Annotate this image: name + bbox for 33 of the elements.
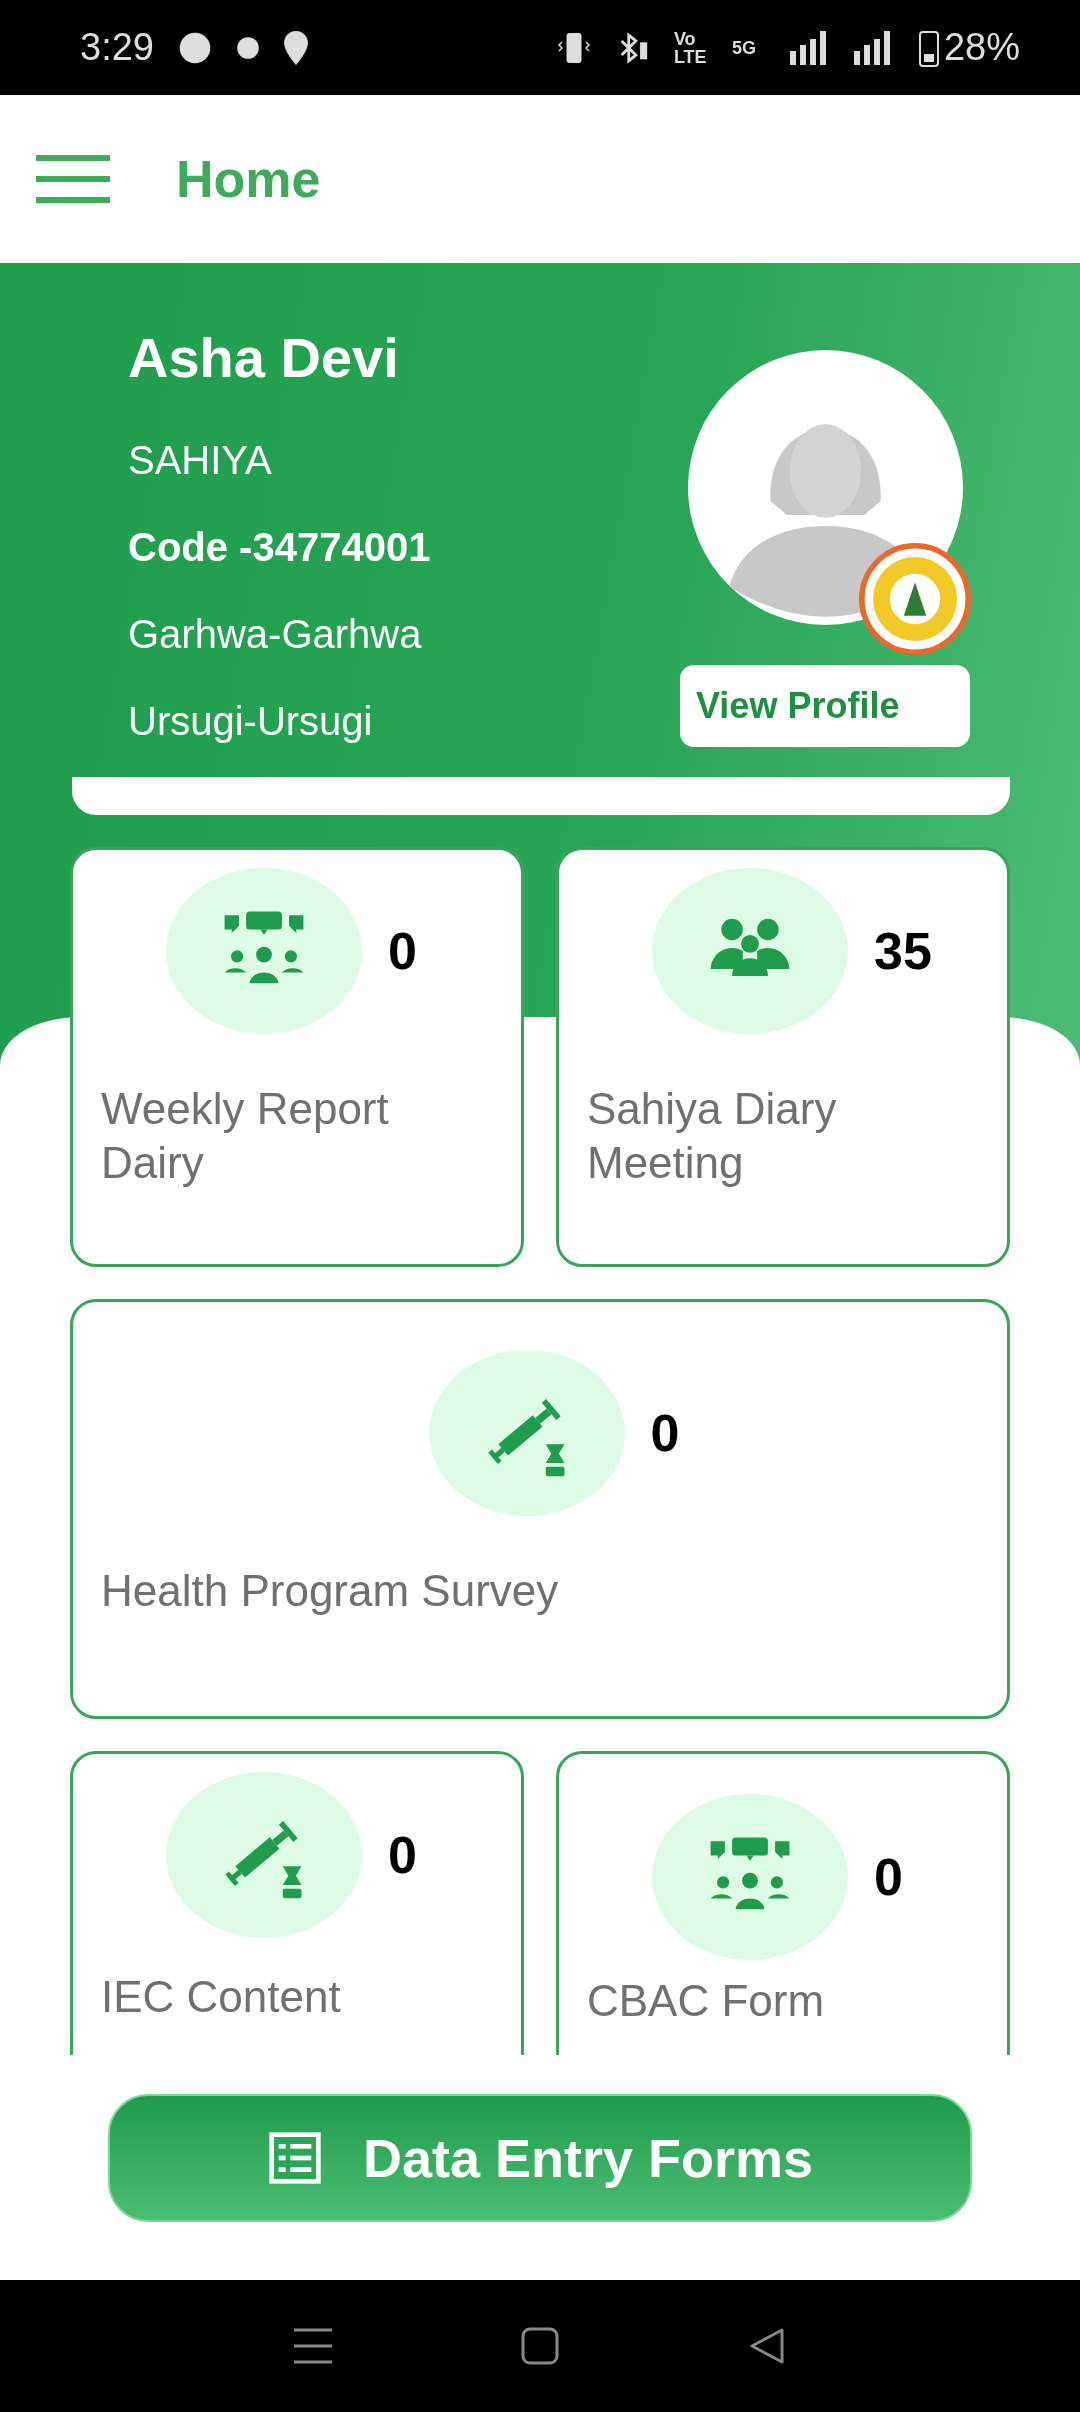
dashboard-tile[interactable]: 0 IEC Content (70, 1751, 524, 2055)
tile-count: 35 (874, 921, 932, 981)
volte-label: Vo LTE (673, 29, 708, 66)
user-role: SAHIYA (128, 438, 273, 483)
emblem-icon (858, 543, 971, 655)
dashboard-tile[interactable]: 35 Sahiya Diary Meeting (556, 847, 1010, 1267)
dashboard-tile[interactable]: 0 Health Program Survey (70, 1299, 1010, 1719)
view-profile-button[interactable]: View Profile (680, 665, 970, 747)
tile-label: Health Program Survey (101, 1565, 559, 1617)
app-icon (235, 35, 260, 60)
tile-label: Sahiya Diary Meeting (587, 1083, 838, 1189)
tile-label: IEC Content (101, 1971, 341, 2023)
tile-label: Weekly Report Dairy (101, 1083, 390, 1189)
user-code: Code -34774001 (128, 525, 431, 570)
tile-count: 0 (650, 1403, 680, 1463)
user-name: Asha Devi (128, 325, 400, 390)
location-icon (283, 30, 308, 65)
district-text: Garhwa-Garhwa (128, 612, 423, 657)
battery-percentage: 28% (943, 26, 1020, 69)
form-icon (266, 2129, 323, 2186)
block-text: Ursugi-Ursugi (128, 699, 374, 744)
tile-count: 0 (388, 1825, 417, 1885)
tile-count: 0 (388, 921, 417, 981)
tile-count: 0 (874, 1847, 903, 1907)
menu-icon[interactable] (36, 155, 110, 203)
page-title: Home (176, 149, 321, 209)
dashboard-tile[interactable]: 0 CBAC Form (556, 1751, 1010, 2055)
home-icon[interactable] (521, 2327, 559, 2365)
network-type: 5G (731, 38, 757, 57)
clock: 3:29 (80, 26, 154, 69)
dashboard-tile[interactable]: 0 Weekly Report Dairy (70, 847, 524, 1267)
tile-label: CBAC Form (587, 1975, 825, 2027)
recents-icon[interactable] (294, 2328, 333, 2364)
